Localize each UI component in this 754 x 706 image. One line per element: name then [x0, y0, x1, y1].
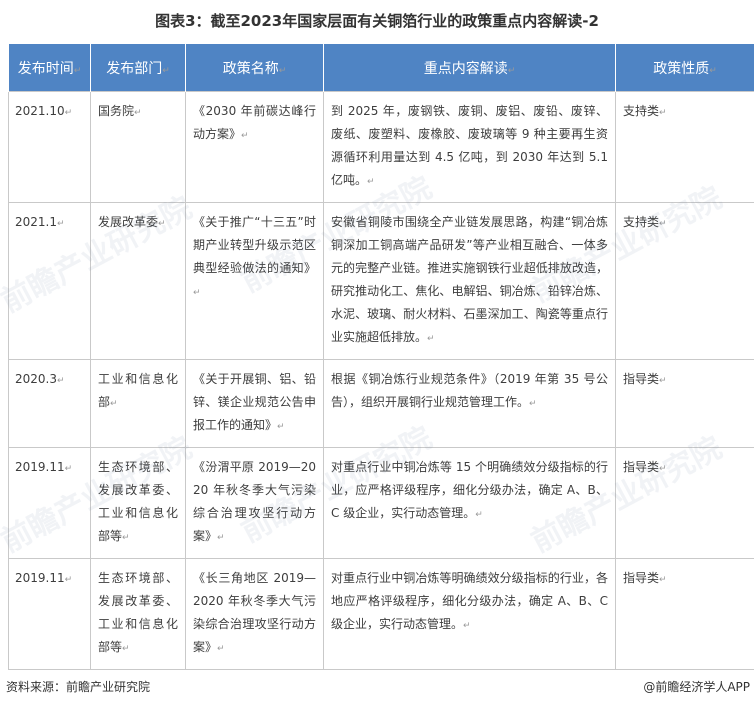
- cell-policy-type: 支持类↵: [615, 202, 754, 360]
- table-row: 2019.11↵ 生态环境部、发展改革委、工业和信息化部等↵ 《长三角地区 20…: [8, 558, 754, 670]
- table-row: 2020.3↵ 工业和信息化部↵ 《关于开展铜、铝、铅锌、镁企业规范公告申报工作…: [8, 359, 754, 448]
- header-key-content: 重点内容解读↵: [323, 44, 616, 92]
- cell-policy-name: 《2030 年前碳达峰行动方案》↵: [185, 91, 324, 203]
- table-row: 2021.10↵ 国务院↵ 《2030 年前碳达峰行动方案》↵ 到 2025 年…: [8, 91, 754, 203]
- cell-policy-name: 《关于推广“十三五”时期产业转型升级示范区典型经验做法的通知》↵: [185, 202, 324, 360]
- cell-policy-type: 指导类↵: [615, 558, 754, 670]
- header-policy-name: 政策名称↵: [185, 44, 324, 92]
- header-row: 发布时间↵ 发布部门↵ 政策名称↵ 重点内容解读↵ 政策性质↵: [8, 44, 754, 92]
- source-note: 资料来源：前瞻产业研究院: [6, 680, 151, 694]
- table-row: 2021.1↵ 发展改革委↵ 《关于推广“十三五”时期产业转型升级示范区典型经验…: [8, 202, 754, 360]
- cell-key-content: 根据《铜冶炼行业规范条件》（2019 年第 35 号公告），组织开展铜行业规范管…: [323, 359, 616, 448]
- cell-date: 2019.11↵: [8, 447, 91, 559]
- cell-key-content: 到 2025 年，废钢铁、废铜、废铝、废铅、废锌、废纸、废塑料、废橡胶、废玻璃等…: [323, 91, 616, 203]
- page: 图表3：截至2023年国家层面有关铜箔行业的政策重点内容解读-2 发布时间↵ 发…: [0, 0, 754, 706]
- cell-department: 工业和信息化部↵: [90, 359, 186, 448]
- cell-policy-name: 《长三角地区 2019—2020 年秋冬季大气污染综合治理攻坚行动方案》↵: [185, 558, 324, 670]
- cell-policy-type: 支持类↵: [615, 91, 754, 203]
- table-row: 2019.11↵ 生态环境部、发展改革委、工业和信息化部等↵ 《汾渭平原 201…: [8, 447, 754, 559]
- cell-date: 2020.3↵: [8, 359, 91, 448]
- cell-policy-type: 指导类↵: [615, 359, 754, 448]
- cell-department: 国务院↵: [90, 91, 186, 203]
- figure-title: 图表3：截至2023年国家层面有关铜箔行业的政策重点内容解读-2: [155, 12, 599, 30]
- cell-key-content: 对重点行业中铜冶炼等 15 个明确绩效分级指标的行业，应严格评级程序，细化分级办…: [323, 447, 616, 559]
- cell-policy-type: 指导类↵: [615, 447, 754, 559]
- cell-date: 2019.11↵: [8, 558, 91, 670]
- header-department: 发布部门↵: [90, 44, 186, 92]
- policy-table: 发布时间↵ 发布部门↵ 政策名称↵ 重点内容解读↵ 政策性质↵ 2021.10↵…: [8, 44, 754, 670]
- header-policy-type: 政策性质↵: [615, 44, 754, 92]
- cell-department: 生态环境部、发展改革委、工业和信息化部等↵: [90, 447, 186, 559]
- credit-note: @前瞻经济学人APP: [643, 680, 750, 694]
- cell-department: 生态环境部、发展改革委、工业和信息化部等↵: [90, 558, 186, 670]
- cell-date: 2021.1↵: [8, 202, 91, 360]
- cell-key-content: 安徽省铜陵市围绕全产业链发展思路，构建“铜冶炼铜深加工铜高端产品研发”等产业相互…: [323, 202, 616, 360]
- cell-policy-name: 《汾渭平原 2019—2020 年秋冬季大气污染综合治理攻坚行动方案》↵: [185, 447, 324, 559]
- header-date: 发布时间↵: [8, 44, 91, 92]
- cell-date: 2021.10↵: [8, 91, 91, 203]
- cell-department: 发展改革委↵: [90, 202, 186, 360]
- cell-policy-name: 《关于开展铜、铝、铅锌、镁企业规范公告申报工作的通知》↵: [185, 359, 324, 448]
- cell-key-content: 对重点行业中铜冶炼等明确绩效分级指标的行业，各地应严格评级程序，细化分级办法，确…: [323, 558, 616, 670]
